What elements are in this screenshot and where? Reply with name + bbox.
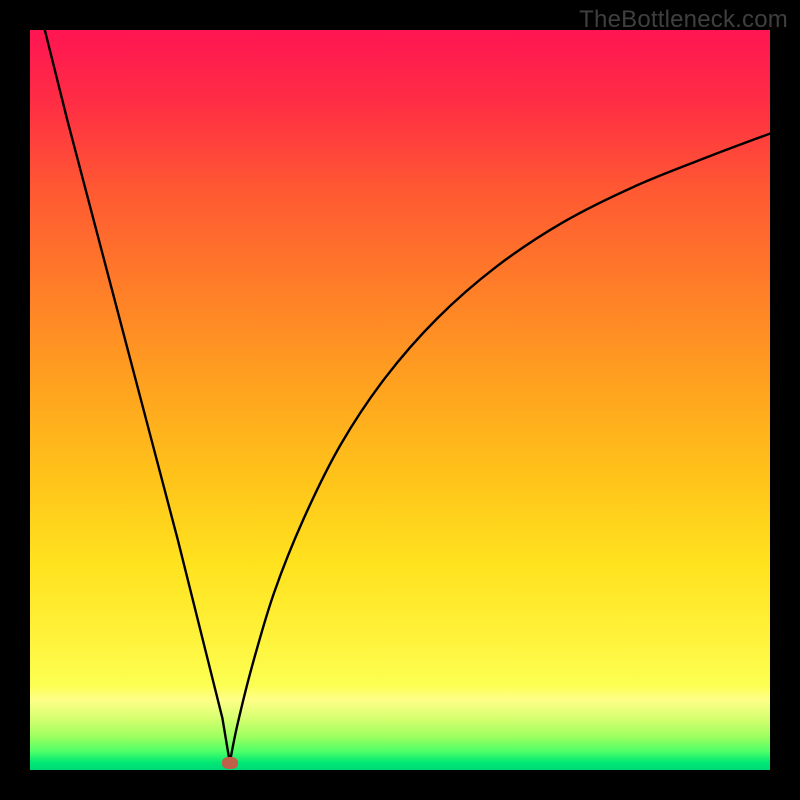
bottleneck-curve [30, 30, 770, 770]
chart-frame: TheBottleneck.com [0, 0, 800, 800]
watermark-text: TheBottleneck.com [579, 6, 788, 34]
plot-area [30, 30, 770, 770]
optimum-marker [222, 757, 238, 769]
